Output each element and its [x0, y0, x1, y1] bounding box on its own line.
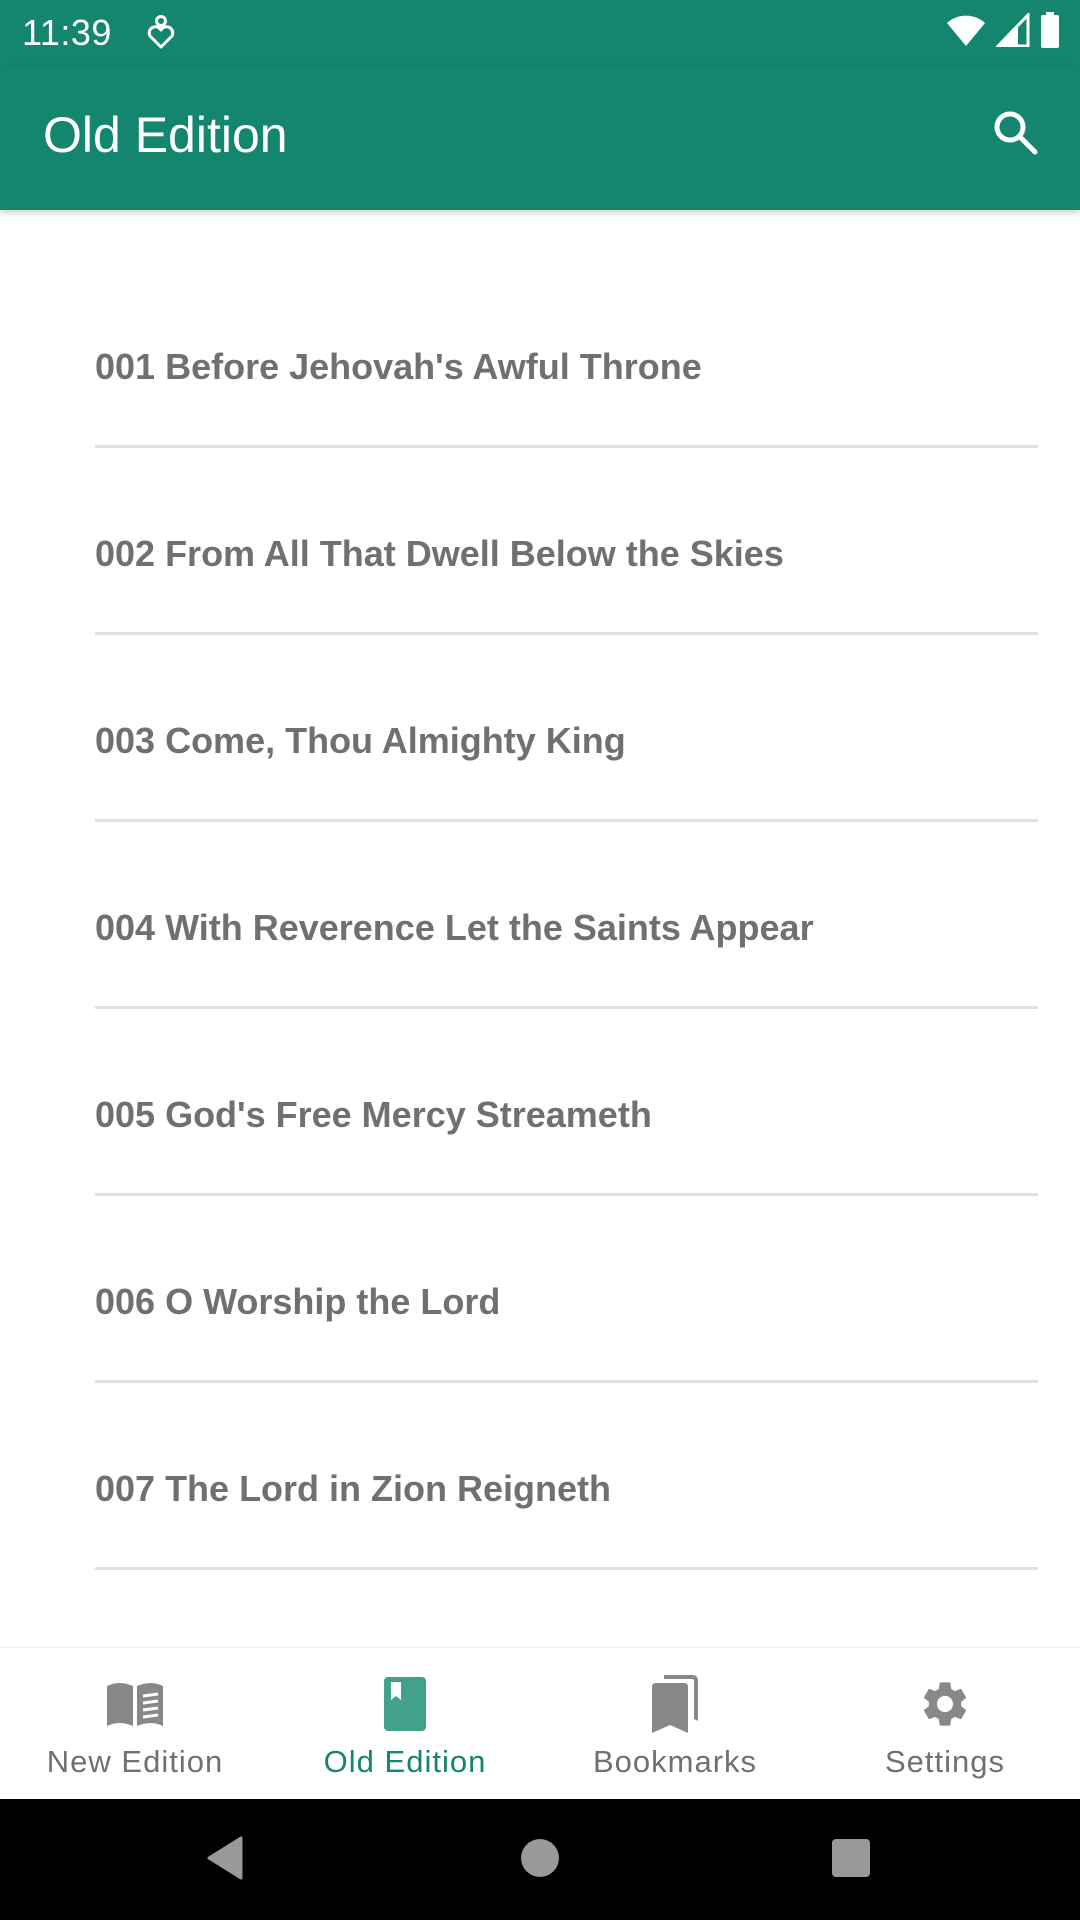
- hymn-title: 001 Before Jehovah's Awful Throne: [95, 346, 702, 387]
- home-icon: [520, 1838, 560, 1883]
- hymn-title: 006 O Worship the Lord: [95, 1281, 501, 1322]
- list-item[interactable]: 005 God's Free Mercy Streameth: [0, 1009, 1080, 1196]
- search-icon: [991, 108, 1039, 161]
- back-icon: [205, 1836, 245, 1885]
- battery-icon: [1040, 11, 1060, 53]
- page-title: Old Edition: [43, 107, 288, 163]
- hymn-title: 005 God's Free Mercy Streameth: [95, 1094, 652, 1135]
- nav-label: Bookmarks: [592, 1744, 758, 1779]
- cellular-signal-icon: [994, 10, 1030, 52]
- nav-label: Settings: [884, 1744, 1005, 1779]
- hymn-title: 007 The Lord in Zion Reigneth: [95, 1468, 612, 1509]
- back-button[interactable]: [200, 1835, 250, 1885]
- status-icons: [946, 10, 1060, 53]
- system-navigation-bar: [0, 1799, 1080, 1920]
- list-item[interactable]: 008 We Gather Together: [0, 1570, 1080, 1646]
- list-item[interactable]: 004 With Reverence Let the Saints Appear: [0, 822, 1080, 1009]
- search-button[interactable]: [975, 94, 1055, 174]
- home-button[interactable]: [515, 1835, 565, 1885]
- nav-tab-settings[interactable]: Settings: [810, 1648, 1080, 1799]
- recents-icon: [831, 1838, 871, 1883]
- open-book-icon: [103, 1672, 167, 1736]
- recents-button[interactable]: [826, 1835, 876, 1885]
- status-time: 11:39: [22, 12, 112, 53]
- hymn-title: 004 With Reverence Let the Saints Appear: [95, 907, 814, 948]
- list-item[interactable]: 003 Come, Thou Almighty King: [0, 635, 1080, 822]
- bottom-navigation: New Edition Old Edition Bookmarks Settin…: [0, 1646, 1080, 1799]
- hymn-title: 002 From All That Dwell Below the Skies: [95, 533, 784, 574]
- bookmarked-book-icon: [373, 1672, 437, 1736]
- status-bar: 11:39: [0, 0, 1080, 66]
- hymn-list[interactable]: 001 Before Jehovah's Awful Throne 002 Fr…: [0, 210, 1080, 1646]
- health-heart-icon: [146, 14, 176, 50]
- bookmarks-icon: [643, 1672, 707, 1736]
- list-item[interactable]: 001 Before Jehovah's Awful Throne: [0, 261, 1080, 448]
- nav-tab-bookmarks[interactable]: Bookmarks: [540, 1648, 810, 1799]
- gear-icon: [913, 1672, 977, 1736]
- list-item[interactable]: 007 The Lord in Zion Reigneth: [0, 1383, 1080, 1570]
- list-item[interactable]: 006 O Worship the Lord: [0, 1196, 1080, 1383]
- app-bar: Old Edition: [0, 66, 1080, 210]
- nav-label: Old Edition: [323, 1744, 487, 1779]
- nav-tab-old-edition[interactable]: Old Edition: [270, 1648, 540, 1799]
- hymn-title: 003 Come, Thou Almighty King: [95, 720, 626, 761]
- list-item[interactable]: 002 From All That Dwell Below the Skies: [0, 448, 1080, 635]
- wifi-icon: [946, 13, 986, 52]
- nav-label: New Edition: [46, 1744, 224, 1779]
- nav-tab-new-edition[interactable]: New Edition: [0, 1648, 270, 1799]
